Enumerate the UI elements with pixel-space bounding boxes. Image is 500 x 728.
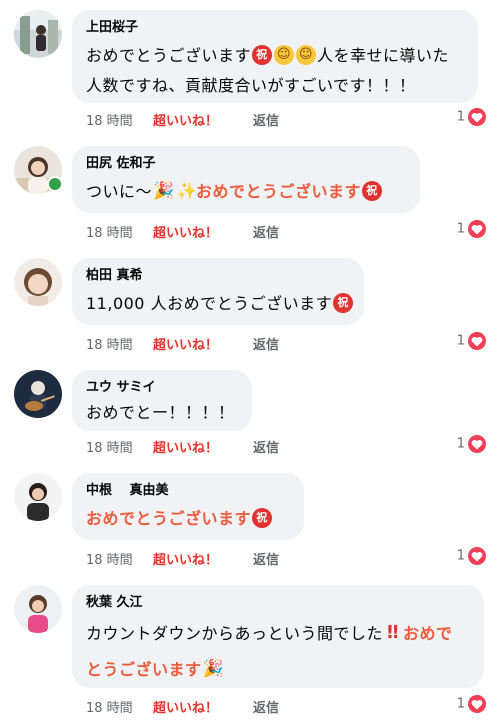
comment-text: おめでとー！！！！ (86, 401, 238, 425)
reply-button[interactable]: 返信 (253, 549, 279, 568)
timestamp[interactable]: 18 時間 (86, 549, 153, 568)
heart-icon (468, 108, 486, 126)
avatar[interactable] (14, 10, 62, 58)
iwai-emoji-icon: 祝 (252, 44, 273, 65)
comment-text: 11,000 人おめでとうございます祝 (86, 289, 354, 319)
comment-text: おめでとうございます祝 ☺ ☺ 人を幸せに導いた 人数ですね、貢献度合いがすごいです！… (86, 41, 464, 101)
text-segment: 11,000 人おめでとうございます (86, 294, 333, 313)
avatar[interactable] (14, 146, 63, 194)
comment-bubble: ユウ サミイ おめでとー！！！！ (72, 370, 252, 431)
comment-bubble: 中根 真由美 おめでとうございます祝 (72, 473, 304, 540)
reaction-count: 1 (456, 221, 465, 237)
avatar[interactable] (14, 585, 62, 633)
reply-button[interactable]: 返信 (253, 697, 279, 716)
timestamp[interactable]: 18 時間 (86, 110, 153, 129)
comment-text: おめでとうございます祝 (86, 504, 290, 534)
reaction-count: 1 (456, 548, 465, 564)
heart-icon (468, 220, 486, 238)
comment-meta: 18 時間 超いいね！ 返信 (86, 110, 279, 129)
party-popper-icon: 🎉 (153, 180, 175, 201)
smile-emoji-icon: ☺ (296, 44, 317, 65)
comment-meta: 18 時間 超いいね！ 返信 (86, 334, 279, 353)
text-segment-highlight: おめで (403, 624, 453, 643)
avatar[interactable] (14, 370, 62, 418)
text-segment: おめでとうございます (86, 46, 252, 65)
comment-bubble: 田尻 佐和子 ついに〜🎉 ✨おめでとうございます祝 (72, 146, 420, 213)
reaction-summary[interactable]: 1 (457, 547, 486, 565)
iwai-emoji-icon: 祝 (362, 180, 383, 201)
comment-meta: 18 時間 超いいね！ 返信 (86, 549, 279, 568)
smile-emoji-icon: ☺ (274, 44, 295, 65)
iwai-emoji-icon: 祝 (252, 507, 273, 528)
timestamp[interactable]: 18 時間 (86, 437, 153, 456)
comment-text: ついに〜🎉 ✨おめでとうございます祝 (86, 177, 406, 207)
reaction-summary[interactable]: 1 (457, 220, 486, 238)
reply-button[interactable]: 返信 (253, 334, 279, 353)
text-segment-highlight: おめでとうございます (196, 182, 362, 201)
comment-author[interactable]: 上田桜子 (86, 19, 464, 37)
comment-author[interactable]: 秋葉 久江 (86, 594, 470, 612)
super-like-button[interactable]: 超いいね！ (153, 697, 253, 716)
timestamp[interactable]: 18 時間 (86, 334, 153, 353)
comment-meta: 18 時間 超いいね！ 返信 (86, 437, 279, 456)
comment-author[interactable]: 田尻 佐和子 (86, 155, 406, 173)
text-segment: 人を幸せに導いた (317, 46, 450, 65)
comment-author[interactable]: 柏田 真希 (86, 267, 350, 285)
reaction-count: 1 (456, 436, 465, 452)
text-segment: おめでとー！！！！ (86, 403, 235, 422)
comment-author[interactable]: 中根 真由美 (86, 482, 290, 500)
text-segment-highlight: とうございます (86, 660, 202, 679)
iwai-emoji-icon: 祝 (333, 292, 354, 313)
timestamp[interactable]: 18 時間 (86, 697, 153, 716)
comment-meta: 18 時間 超いいね！ 返信 (86, 222, 279, 241)
super-like-button[interactable]: 超いいね！ (153, 549, 253, 568)
reaction-count: 1 (456, 109, 465, 125)
reply-button[interactable]: 返信 (253, 222, 279, 241)
heart-icon (468, 547, 486, 565)
text-segment: 人数ですね、貢献度合いがすごいです！！！ (86, 76, 416, 95)
heart-icon (468, 695, 486, 713)
heart-icon (468, 332, 486, 350)
text-segment: カウントダウンからあっという間でした (86, 624, 384, 643)
timestamp[interactable]: 18 時間 (86, 222, 153, 241)
avatar[interactable] (14, 473, 62, 521)
reaction-count: 1 (456, 333, 465, 349)
reaction-summary[interactable]: 1 (457, 332, 486, 350)
reaction-summary[interactable]: 1 (457, 435, 486, 453)
reaction-summary[interactable]: 1 (457, 695, 486, 713)
text-segment-highlight: おめでとうございます (86, 509, 252, 528)
reply-button[interactable]: 返信 (253, 110, 279, 129)
comment-bubble: 柏田 真希 11,000 人おめでとうございます祝 (72, 258, 364, 325)
reaction-summary[interactable]: 1 (457, 108, 486, 126)
sparkles-icon: ✨ (177, 180, 198, 200)
super-like-button[interactable]: 超いいね！ (153, 110, 253, 129)
reply-button[interactable]: 返信 (253, 437, 279, 456)
avatar[interactable] (14, 258, 62, 306)
text-segment: ついに〜 (86, 182, 153, 201)
comment-meta: 18 時間 超いいね！ 返信 (86, 697, 279, 716)
party-popper-icon: 🎉 (202, 658, 225, 679)
super-like-button[interactable]: 超いいね！ (153, 437, 253, 456)
super-like-button[interactable]: 超いいね！ (153, 222, 253, 241)
comment-text: カウントダウンからあっという間でした ‼ おめで とうございます🎉 (86, 616, 470, 688)
heart-icon (468, 435, 486, 453)
comment-bubble: 上田桜子 おめでとうございます祝 ☺ ☺ 人を幸せに導いた 人数ですね、貢献度合いがす… (72, 10, 478, 103)
reaction-count: 1 (456, 696, 465, 712)
online-status-badge (47, 176, 63, 192)
comment-author[interactable]: ユウ サミイ (86, 379, 238, 397)
comment-bubble: 秋葉 久江 カウントダウンからあっという間でした ‼ おめで とうございます🎉 (72, 585, 484, 688)
super-like-button[interactable]: 超いいね！ (153, 334, 253, 353)
double-exclamation-icon: ‼ (387, 621, 399, 643)
